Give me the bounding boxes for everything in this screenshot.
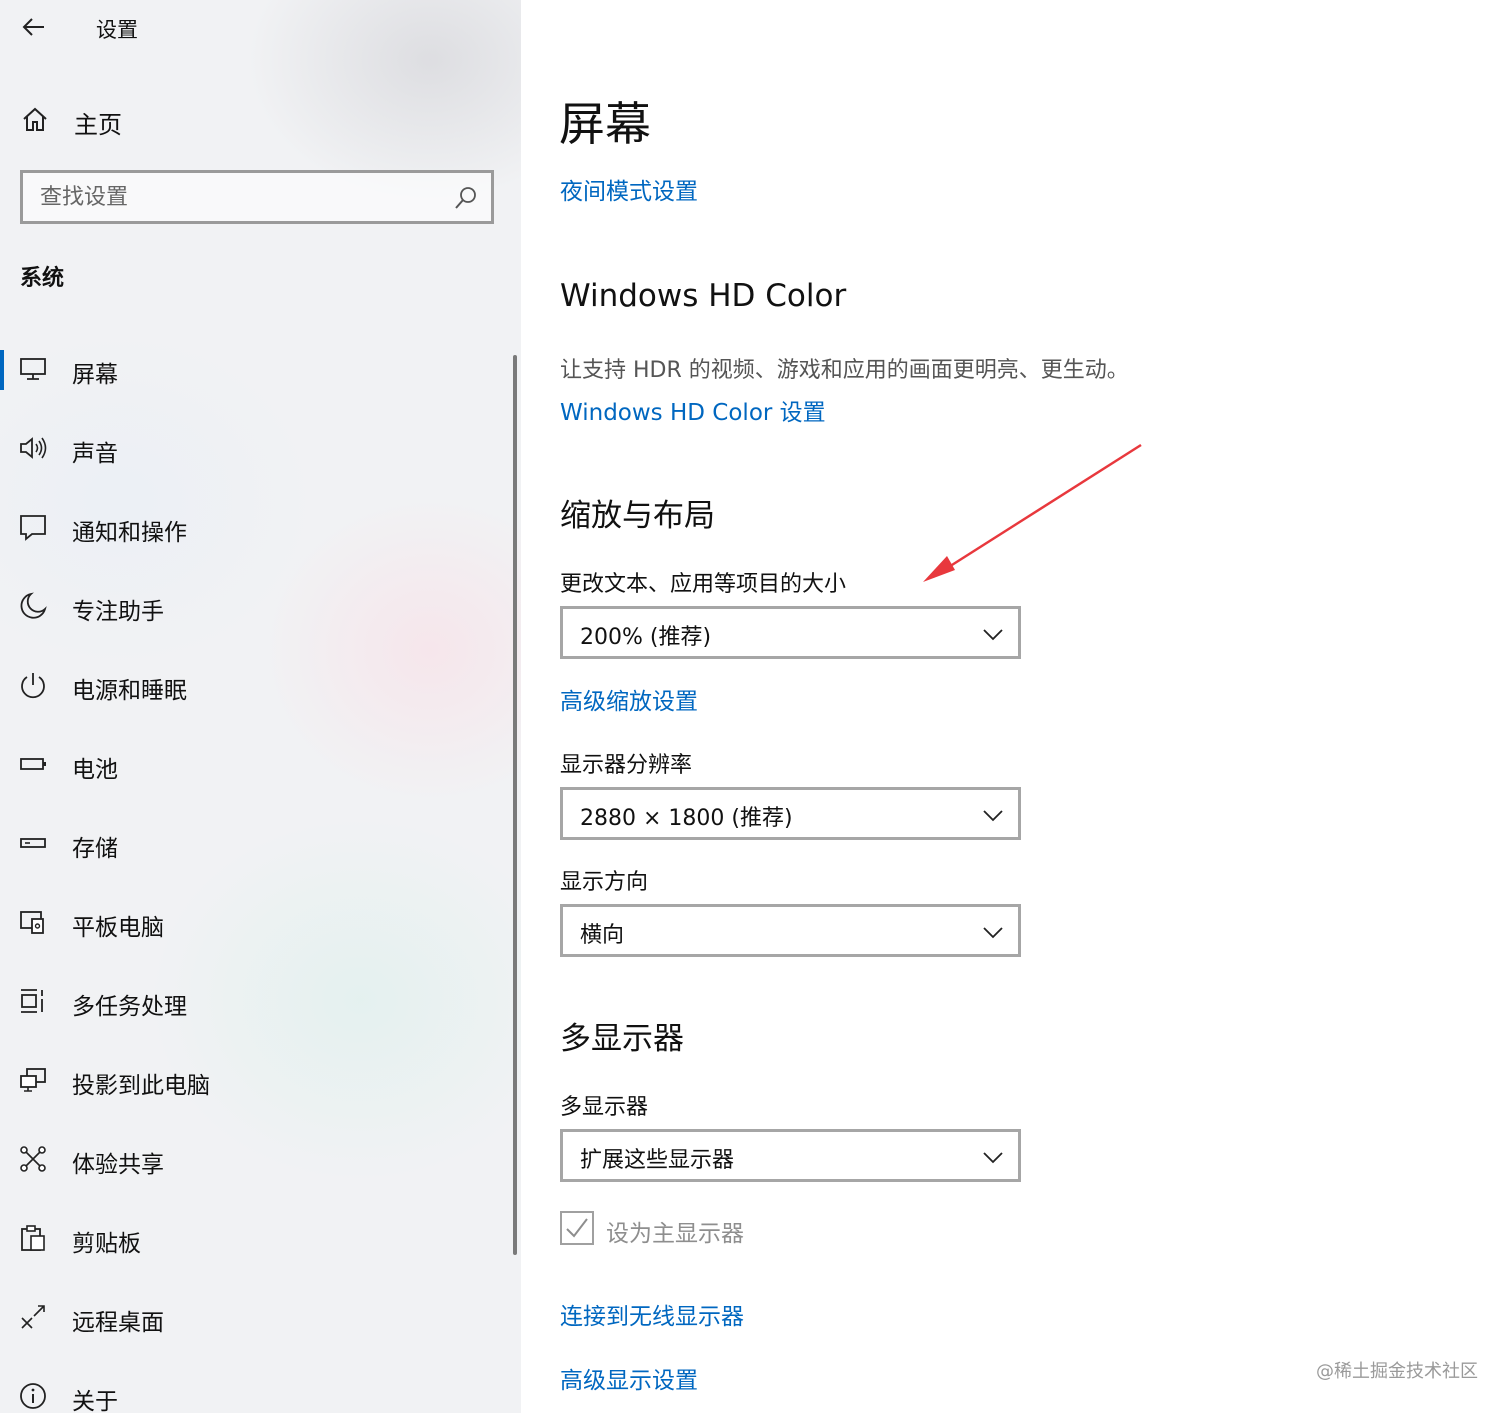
notification-icon — [20, 515, 46, 541]
active-indicator — [0, 350, 4, 390]
sidebar-item-project-to-pc[interactable]: 投影到此电脑 — [0, 1041, 510, 1120]
sidebar-item-remote-desktop[interactable]: 远程桌面 — [0, 1278, 510, 1357]
sidebar-item-power-sleep[interactable]: 电源和睡眠 — [0, 646, 510, 725]
connect-wireless-display-link[interactable]: 连接到无线显示器 — [560, 1297, 744, 1331]
sidebar-item-display[interactable]: 屏幕 — [0, 330, 510, 409]
sidebar: 设置 主页 系统 屏幕 声音 — [0, 0, 521, 1413]
night-light-settings-link[interactable]: 夜间模式设置 — [560, 172, 698, 206]
sidebar-item-storage[interactable]: 存储 — [0, 804, 510, 883]
sidebar-item-label: 关于 — [72, 1389, 118, 1413]
page-title: 屏幕 — [559, 97, 651, 151]
moon-icon — [20, 592, 47, 619]
scale-size-label: 更改文本、应用等项目的大小 — [560, 572, 847, 597]
orientation-label: 显示方向 — [560, 870, 649, 895]
checkmark-icon — [566, 1218, 588, 1238]
sidebar-item-clipboard[interactable]: 剪贴板 — [0, 1199, 510, 1278]
orientation-select[interactable]: 横向 — [560, 904, 1021, 957]
sidebar-item-label: 电源和睡眠 — [72, 678, 187, 704]
remote-desktop-icon — [21, 1305, 45, 1329]
watermark: @稀土掘金技术社区 — [1316, 1361, 1478, 1382]
sidebar-item-label: 存储 — [72, 836, 118, 862]
advanced-display-settings-link[interactable]: 高级显示设置 — [560, 1361, 698, 1395]
multi-display-select[interactable]: 扩展这些显示器 — [560, 1129, 1021, 1182]
main-display-checkbox[interactable] — [560, 1211, 594, 1245]
title-bar: 设置 — [0, 0, 521, 56]
chevron-down-icon — [983, 1152, 1003, 1164]
sidebar-item-label: 投影到此电脑 — [72, 1073, 210, 1099]
multi-display-label: 多显示器 — [560, 1095, 649, 1120]
hdr-heading: Windows HD Color — [560, 278, 847, 314]
sidebar-item-label: 专注助手 — [72, 599, 164, 625]
scale-select[interactable]: 200% (推荐) — [560, 606, 1021, 659]
chevron-down-icon — [983, 629, 1003, 641]
advanced-scaling-link[interactable]: 高级缩放设置 — [560, 682, 698, 716]
sidebar-item-label: 声音 — [72, 441, 118, 467]
monitor-icon — [20, 358, 46, 380]
scale-select-value: 200% (推荐) — [580, 625, 712, 650]
chevron-down-icon — [983, 810, 1003, 822]
back-arrow-icon — [22, 18, 44, 36]
sidebar-item-label: 多任务处理 — [72, 994, 187, 1020]
multitasking-icon — [21, 989, 43, 1013]
sidebar-item-sound[interactable]: 声音 — [0, 409, 510, 488]
projection-icon — [20, 1068, 46, 1092]
annotation-arrow — [923, 443, 1142, 582]
sidebar-item-tablet[interactable]: 平板电脑 — [0, 883, 510, 962]
resolution-select[interactable]: 2880 × 1800 (推荐) — [560, 787, 1021, 840]
search-input[interactable] — [23, 173, 491, 221]
search-icon[interactable] — [453, 185, 479, 211]
sidebar-item-multitasking[interactable]: 多任务处理 — [0, 962, 510, 1041]
hdr-settings-link[interactable]: Windows HD Color 设置 — [560, 393, 826, 427]
sidebar-item-about[interactable]: 关于 — [0, 1357, 510, 1413]
battery-icon — [20, 758, 46, 770]
sidebar-item-focus-assist[interactable]: 专注助手 — [0, 567, 510, 646]
multi-display-select-value: 扩展这些显示器 — [580, 1148, 735, 1173]
sidebar-item-shared-experiences[interactable]: 体验共享 — [0, 1120, 510, 1199]
sidebar-item-label: 通知和操作 — [72, 520, 187, 546]
hdr-description: 让支持 HDR 的视频、游戏和应用的画面更明亮、更生动。 — [560, 358, 1129, 383]
section-label-system: 系统 — [20, 266, 65, 291]
sidebar-item-label: 平板电脑 — [72, 915, 164, 941]
tablet-icon — [20, 911, 44, 934]
resolution-label: 显示器分辨率 — [560, 753, 693, 778]
power-icon — [21, 673, 45, 699]
sidebar-scrollbar[interactable] — [513, 355, 517, 1255]
main-display-checkbox-label: 设为主显示器 — [606, 1221, 744, 1247]
resolution-select-value: 2880 × 1800 (推荐) — [580, 806, 793, 831]
chevron-down-icon — [983, 927, 1003, 939]
sidebar-item-battery[interactable]: 电池 — [0, 725, 510, 804]
multi-display-heading: 多显示器 — [560, 1021, 684, 1057]
sidebar-item-notifications[interactable]: 通知和操作 — [0, 488, 510, 567]
storage-icon — [20, 838, 46, 848]
speaker-icon — [20, 437, 47, 459]
shared-experience-icon — [20, 1146, 46, 1172]
home-nav-item[interactable]: 主页 — [0, 92, 521, 148]
app-title: 设置 — [96, 18, 138, 42]
sidebar-item-label: 屏幕 — [72, 362, 118, 388]
sidebar-item-label: 剪贴板 — [72, 1231, 141, 1257]
sidebar-nav: 屏幕 声音 通知和操作 专注助手 电源和睡眠 电池 存储 平板电脑 多任务处理 … — [0, 330, 521, 1413]
back-button[interactable] — [20, 12, 50, 42]
sidebar-item-label: 电池 — [72, 757, 118, 783]
sidebar-item-label: 体验共享 — [72, 1152, 164, 1178]
home-label: 主页 — [74, 111, 122, 139]
sidebar-item-label: 远程桌面 — [72, 1310, 164, 1336]
search-box[interactable] — [20, 170, 494, 224]
clipboard-icon — [21, 1225, 45, 1251]
scale-layout-heading: 缩放与布局 — [560, 498, 715, 534]
orientation-select-value: 横向 — [580, 923, 625, 948]
main-content: 屏幕 夜间模式设置 Windows HD Color 让支持 HDR 的视频、游… — [521, 0, 1512, 1413]
info-icon — [20, 1383, 46, 1409]
home-icon — [23, 107, 47, 131]
